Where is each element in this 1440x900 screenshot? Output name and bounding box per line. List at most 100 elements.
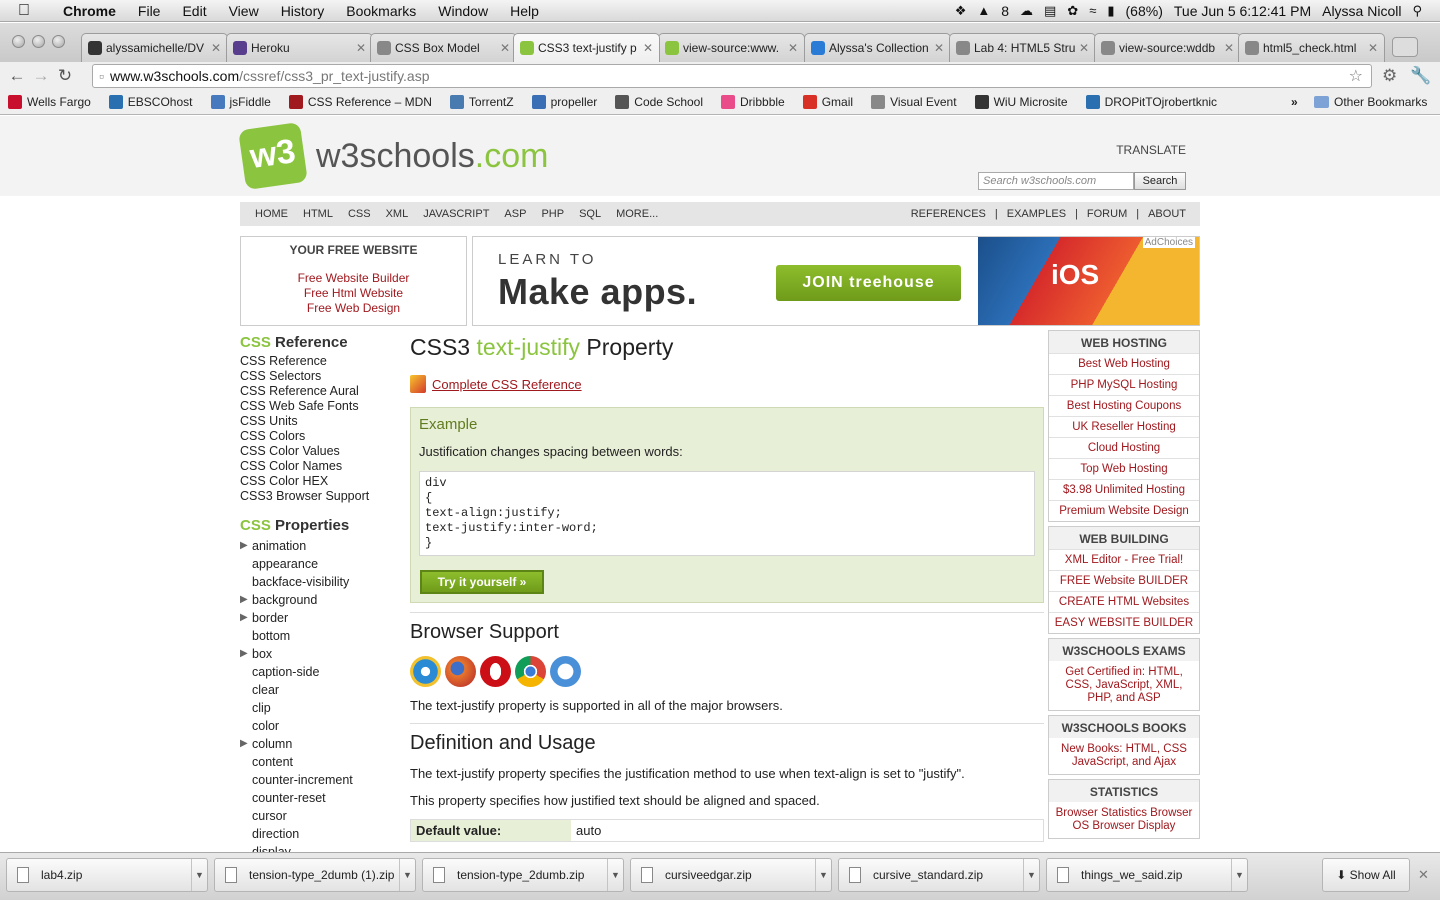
bookmark-item[interactable]: Wells Fargo xyxy=(8,95,91,109)
browser-tab[interactable]: alyssamichelle/DV ✕ xyxy=(81,33,228,62)
sidebar-link[interactable]: Best Web Hosting xyxy=(1049,353,1199,374)
wrench-menu-icon[interactable]: 🔧 xyxy=(1410,66,1431,86)
nav-home[interactable]: HOME xyxy=(255,208,288,220)
dropdown-arrow-icon[interactable]: ▼ xyxy=(815,859,831,891)
bookmark-item[interactable]: EBSCOhost xyxy=(108,95,193,109)
site-search-input[interactable]: Search w3schools.com xyxy=(978,172,1134,190)
tab-close-icon[interactable]: ✕ xyxy=(1368,41,1378,55)
menu-edit[interactable]: Edit xyxy=(171,3,217,19)
minimize-window-icon[interactable] xyxy=(32,35,45,48)
close-window-icon[interactable] xyxy=(12,35,25,48)
property-link[interactable]: counter-reset xyxy=(240,789,400,807)
back-arrow-icon[interactable]: ← xyxy=(5,66,29,86)
bookmark-item[interactable]: TorrentZ xyxy=(449,95,514,109)
address-bar[interactable]: ▫ www.w3schools.com/cssref/css3_pr_text-… xyxy=(92,64,1372,88)
extension-gear-icon[interactable]: ⚙ xyxy=(1382,66,1397,86)
spotlight-search-icon[interactable]: ⚲ xyxy=(1412,3,1422,19)
dropdown-arrow-icon[interactable]: ▼ xyxy=(399,859,415,891)
reference-link[interactable]: CSS Reference Aural xyxy=(240,384,400,399)
menu-view[interactable]: View xyxy=(218,3,270,19)
reference-link[interactable]: CSS Reference xyxy=(240,354,400,369)
dropdown-arrow-icon[interactable]: ▼ xyxy=(1231,859,1247,891)
sidebar-link[interactable]: UK Reseller Hosting xyxy=(1049,416,1199,437)
menu-help[interactable]: Help xyxy=(499,3,550,19)
close-downloads-icon[interactable]: ✕ xyxy=(1418,867,1429,883)
more-bookmarks-chevron-icon[interactable]: » xyxy=(1291,95,1298,109)
property-link[interactable]: ▶ box xyxy=(240,645,400,663)
nav-asp[interactable]: ASP xyxy=(504,208,526,220)
menu-file[interactable]: File xyxy=(127,3,172,19)
expand-arrow-icon[interactable]: ▶ xyxy=(240,735,248,753)
sidebar-link[interactable]: EASY WEBSITE BUILDER xyxy=(1049,612,1199,633)
dropbox-icon[interactable]: ❖ xyxy=(955,3,967,19)
property-link[interactable]: appearance xyxy=(240,555,400,573)
nav-html[interactable]: HTML xyxy=(303,208,333,220)
nav-javascript[interactable]: JAVASCRIPT xyxy=(423,208,489,220)
browser-tab[interactable]: view-source:wddb ✕ xyxy=(1094,33,1241,62)
sidebar-link[interactable]: PHP MySQL Hosting xyxy=(1049,374,1199,395)
download-item[interactable]: lab4.zip ▼ xyxy=(6,858,208,892)
bookmark-item[interactable]: jsFiddle xyxy=(210,95,271,109)
reload-icon[interactable]: ↻ xyxy=(53,66,77,86)
translate-link[interactable]: TRANSLATE xyxy=(1116,143,1186,157)
reference-link[interactable]: CSS Web Safe Fonts xyxy=(240,399,400,414)
bookmark-item[interactable]: DROPitTOjrobertknic xyxy=(1085,95,1217,109)
try-it-yourself-button[interactable]: Try it yourself » xyxy=(420,570,544,594)
tab-close-icon[interactable]: ✕ xyxy=(211,41,221,55)
forward-arrow-icon[interactable]: → xyxy=(29,66,53,86)
notes-icon[interactable]: ▤ xyxy=(1044,3,1056,19)
browser-tab[interactable]: Alyssa's Collection ✕ xyxy=(804,33,951,62)
sidebar-link[interactable]: CREATE HTML Websites xyxy=(1049,591,1199,612)
user-name[interactable]: Alyssa Nicoll xyxy=(1322,3,1401,19)
zoom-window-icon[interactable] xyxy=(52,35,65,48)
free-web-design-link[interactable]: Free Web Design xyxy=(241,301,466,316)
property-link[interactable]: clear xyxy=(240,681,400,699)
free-html-website-link[interactable]: Free Html Website xyxy=(241,286,466,301)
adobe-icon[interactable]: ▲ xyxy=(977,3,990,18)
reference-link[interactable]: CSS3 Browser Support xyxy=(240,489,400,504)
nav-sql[interactable]: SQL xyxy=(579,208,601,220)
sidebar-link-text[interactable]: Browser Statistics Browser OS Browser Di… xyxy=(1049,802,1199,838)
other-bookmarks[interactable]: Other Bookmarks xyxy=(1314,95,1427,109)
tab-close-icon[interactable]: ✕ xyxy=(1079,41,1089,55)
cloud-icon[interactable]: ☁ xyxy=(1020,3,1033,19)
bookmark-item[interactable]: Gmail xyxy=(802,95,853,109)
battery-icon[interactable]: ▮ xyxy=(1107,3,1114,19)
property-link[interactable]: clip xyxy=(240,699,400,717)
paw-icon[interactable]: ✿ xyxy=(1067,3,1078,19)
site-search-button[interactable]: Search xyxy=(1134,172,1186,190)
tab-close-icon[interactable]: ✕ xyxy=(788,41,798,55)
property-link[interactable]: cursor xyxy=(240,807,400,825)
bookmark-item[interactable]: propeller xyxy=(531,95,597,109)
download-item[interactable]: things_we_said.zip ▼ xyxy=(1046,858,1248,892)
nav-examples[interactable]: EXAMPLES xyxy=(1007,208,1066,220)
complete-css-reference-link[interactable]: Complete CSS Reference xyxy=(410,375,1044,393)
property-link[interactable]: content xyxy=(240,753,400,771)
menu-bookmarks[interactable]: Bookmarks xyxy=(335,3,427,19)
sidebar-link[interactable]: XML Editor - Free Trial! xyxy=(1049,549,1199,570)
nav-php[interactable]: PHP xyxy=(541,208,564,220)
property-link[interactable]: direction xyxy=(240,825,400,843)
reference-link[interactable]: CSS Color HEX xyxy=(240,474,400,489)
property-link[interactable]: bottom xyxy=(240,627,400,645)
expand-arrow-icon[interactable]: ▶ xyxy=(240,537,248,555)
expand-arrow-icon[interactable]: ▶ xyxy=(240,609,248,627)
treehouse-ad-banner[interactable]: LEARN TO Make apps. JOIN treehouse iOS A… xyxy=(472,236,1200,326)
ad-join-treehouse-button[interactable]: JOIN treehouse xyxy=(776,265,961,301)
bookmark-item[interactable]: Visual Event xyxy=(871,95,957,109)
bookmark-item[interactable]: Dribbble xyxy=(721,95,785,109)
menu-history[interactable]: History xyxy=(270,3,336,19)
dropdown-arrow-icon[interactable]: ▼ xyxy=(1023,859,1039,891)
sidebar-link[interactable]: FREE Website BUILDER xyxy=(1049,570,1199,591)
property-link[interactable]: ▶ column xyxy=(240,735,400,753)
new-tab-button[interactable] xyxy=(1392,37,1418,57)
bookmark-star-icon[interactable]: ☆ xyxy=(1349,66,1363,86)
browser-tab[interactable]: CSS Box Model ✕ xyxy=(370,33,517,62)
sidebar-link-text[interactable]: Get Certified in: HTML, CSS, JavaScript,… xyxy=(1049,661,1199,710)
reference-link[interactable]: CSS Selectors xyxy=(240,369,400,384)
reference-link[interactable]: CSS Color Names xyxy=(240,459,400,474)
bookmark-item[interactable]: WiU Microsite xyxy=(974,95,1068,109)
tab-close-icon[interactable]: ✕ xyxy=(1224,41,1234,55)
sidebar-link[interactable]: Cloud Hosting xyxy=(1049,437,1199,458)
tab-close-icon[interactable]: ✕ xyxy=(934,41,944,55)
